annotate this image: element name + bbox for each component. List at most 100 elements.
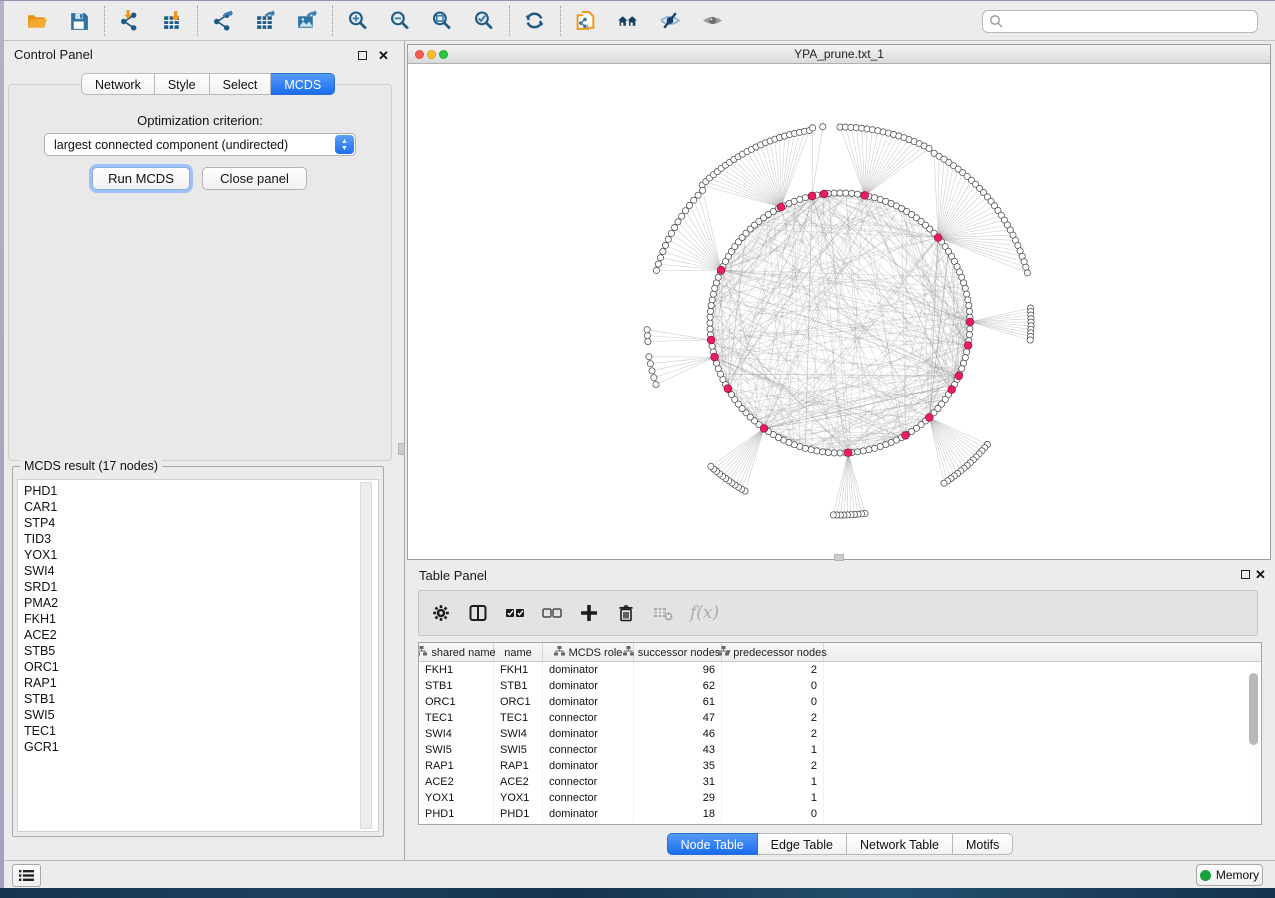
- table-cell[interactable]: 96: [634, 662, 722, 678]
- table-cell[interactable]: STB1: [494, 678, 543, 694]
- table-cell[interactable]: 0: [722, 694, 824, 710]
- mcds-result-item[interactable]: RAP1: [24, 675, 378, 691]
- export-image-icon[interactable]: [291, 5, 323, 37]
- mcds-result-item[interactable]: SWI5: [24, 707, 378, 723]
- open-file-icon[interactable]: [21, 5, 53, 37]
- table-cell[interactable]: dominator: [543, 726, 634, 742]
- mcds-result-item[interactable]: YOX1: [24, 547, 378, 563]
- hide-selected-icon[interactable]: [654, 5, 686, 37]
- table-cell[interactable]: connector: [543, 742, 634, 758]
- mcds-list-scrollbar[interactable]: [360, 482, 372, 829]
- mcds-result-item[interactable]: GCR1: [24, 739, 378, 755]
- table-cell[interactable]: connector: [543, 774, 634, 790]
- show-all-networks-icon[interactable]: [612, 5, 644, 37]
- table-row[interactable]: SWI5SWI5connector431: [419, 742, 1261, 758]
- search-input[interactable]: [982, 10, 1258, 33]
- clone-network-icon[interactable]: [570, 5, 602, 37]
- table-row[interactable]: RAP1RAP1dominator352: [419, 758, 1261, 774]
- mcds-result-item[interactable]: FKH1: [24, 611, 378, 627]
- table-cell[interactable]: dominator: [543, 758, 634, 774]
- vertical-splitter-handle[interactable]: [398, 443, 405, 455]
- table-cell[interactable]: RAP1: [419, 758, 494, 774]
- settings-icon[interactable]: [431, 603, 451, 623]
- mcds-result-item[interactable]: TEC1: [24, 723, 378, 739]
- mcds-result-list[interactable]: PHD1CAR1STP4TID3YOX1SWI4SRD1PMA2FKH1ACE2…: [17, 479, 379, 832]
- table-cell[interactable]: 31: [634, 774, 722, 790]
- add-row-icon[interactable]: [579, 603, 599, 623]
- control-panel-close-icon[interactable]: ✕: [378, 50, 389, 61]
- table-cell[interactable]: PHD1: [494, 806, 543, 822]
- column-header-MCDS-role[interactable]: MCDS role: [543, 643, 634, 662]
- table-cell[interactable]: SWI4: [494, 726, 543, 742]
- table-cell[interactable]: 29: [634, 790, 722, 806]
- table-cell[interactable]: ACE2: [419, 774, 494, 790]
- zoom-fit-icon[interactable]: [426, 5, 458, 37]
- column-header-predecessor-nodes[interactable]: predecessor nodes: [722, 643, 824, 662]
- table-cell[interactable]: SWI5: [494, 742, 543, 758]
- table-cell[interactable]: PHD1: [419, 806, 494, 822]
- table-cell[interactable]: RAP1: [494, 758, 543, 774]
- export-network-icon[interactable]: [207, 5, 239, 37]
- tab-edge-table[interactable]: Edge Table: [758, 833, 847, 855]
- column-header-shared-name[interactable]: shared name: [419, 643, 494, 662]
- mcds-result-item[interactable]: STP4: [24, 515, 378, 531]
- table-cell[interactable]: dominator: [543, 662, 634, 678]
- tab-node-table[interactable]: Node Table: [667, 833, 758, 855]
- close-panel-button[interactable]: Close panel: [202, 167, 307, 190]
- mcds-result-item[interactable]: STB5: [24, 643, 378, 659]
- optimization-criterion-select[interactable]: largest connected component (undirected)…: [44, 133, 356, 156]
- zoom-in-icon[interactable]: [342, 5, 374, 37]
- table-cell[interactable]: FKH1: [419, 662, 494, 678]
- run-mcds-button[interactable]: Run MCDS: [92, 167, 190, 190]
- table-cell[interactable]: ACE2: [494, 774, 543, 790]
- export-table-icon[interactable]: [249, 5, 281, 37]
- import-network-icon[interactable]: [114, 5, 146, 37]
- table-cell[interactable]: 35: [634, 758, 722, 774]
- table-cell[interactable]: dominator: [543, 806, 634, 822]
- table-cell[interactable]: YOX1: [494, 790, 543, 806]
- select-all-icon[interactable]: [505, 603, 525, 623]
- columns-icon[interactable]: [468, 603, 488, 623]
- import-table-icon[interactable]: [156, 5, 188, 37]
- table-cell[interactable]: FKH1: [494, 662, 543, 678]
- table-cell[interactable]: 62: [634, 678, 722, 694]
- table-cell[interactable]: ORC1: [419, 694, 494, 710]
- table-cell[interactable]: 2: [722, 726, 824, 742]
- table-row[interactable]: PHD1PHD1dominator180: [419, 806, 1261, 822]
- tab-motifs[interactable]: Motifs: [953, 833, 1013, 855]
- save-session-icon[interactable]: [63, 5, 95, 37]
- mcds-result-item[interactable]: CAR1: [24, 499, 378, 515]
- table-cell[interactable]: 1: [722, 742, 824, 758]
- table-cell[interactable]: 18: [634, 806, 722, 822]
- mcds-result-item[interactable]: ORC1: [24, 659, 378, 675]
- mcds-result-item[interactable]: TID3: [24, 531, 378, 547]
- refresh-icon[interactable]: [519, 5, 551, 37]
- tab-style[interactable]: Style: [155, 73, 210, 95]
- table-cell[interactable]: 2: [722, 662, 824, 678]
- show-selected-icon[interactable]: [696, 5, 728, 37]
- network-window-titlebar[interactable]: YPA_prune.txt_1: [408, 45, 1270, 64]
- deselect-all-icon[interactable]: [542, 603, 562, 623]
- mcds-result-item[interactable]: STB1: [24, 691, 378, 707]
- mcds-result-item[interactable]: SRD1: [24, 579, 378, 595]
- table-panel-float-icon[interactable]: [1241, 570, 1250, 579]
- zoom-selected-icon[interactable]: [468, 5, 500, 37]
- node-table[interactable]: shared namenameMCDS rolesuccessor nodes▼…: [418, 642, 1262, 825]
- table-cell[interactable]: dominator: [543, 694, 634, 710]
- delete-row-icon[interactable]: [616, 603, 636, 623]
- task-history-button[interactable]: [12, 864, 41, 887]
- table-row[interactable]: ORC1ORC1dominator610: [419, 694, 1261, 710]
- table-row[interactable]: SWI4SWI4dominator462: [419, 726, 1261, 742]
- table-cell[interactable]: STB1: [419, 678, 494, 694]
- table-cell[interactable]: 1: [722, 790, 824, 806]
- table-panel-close-icon[interactable]: ✕: [1255, 569, 1266, 580]
- network-canvas[interactable]: [408, 64, 1270, 559]
- mcds-result-item[interactable]: PHD1: [24, 483, 378, 499]
- table-cell[interactable]: 47: [634, 710, 722, 726]
- table-row[interactable]: YOX1YOX1connector291: [419, 790, 1261, 806]
- tab-mcds[interactable]: MCDS: [271, 73, 335, 95]
- table-cell[interactable]: 43: [634, 742, 722, 758]
- node-table-scrollbar[interactable]: [1248, 665, 1259, 821]
- control-panel-float-icon[interactable]: [358, 51, 367, 60]
- table-cell[interactable]: TEC1: [494, 710, 543, 726]
